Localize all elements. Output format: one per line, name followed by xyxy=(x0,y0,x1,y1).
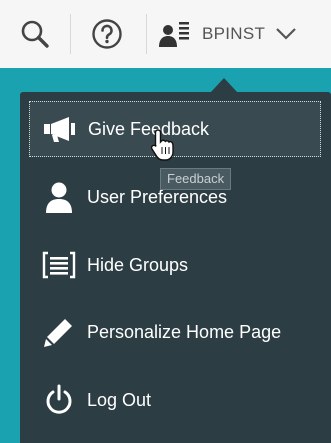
user-menu-button[interactable]: BPINST xyxy=(158,0,328,68)
search-button[interactable] xyxy=(8,0,62,68)
power-icon xyxy=(41,382,77,418)
feedback-tooltip: Feedback xyxy=(160,168,232,190)
menu-item-personalize-home-page[interactable]: Personalize Home Page xyxy=(29,304,321,360)
menu-item-label: Personalize Home Page xyxy=(87,321,282,342)
menu-item-log-out[interactable]: Log Out xyxy=(29,372,321,428)
header-divider xyxy=(146,14,147,54)
pencil-icon xyxy=(41,314,77,350)
menu-pointer-arrow xyxy=(210,78,238,93)
megaphone-icon xyxy=(42,111,78,147)
help-circle-icon xyxy=(92,19,122,49)
menu-item-label: Give Feedback xyxy=(88,118,210,139)
user-list-icon xyxy=(159,22,189,47)
groups-icon xyxy=(41,247,77,283)
search-icon xyxy=(21,20,49,48)
top-header-bar: BPINST xyxy=(0,0,331,68)
menu-item-label: Hide Groups xyxy=(87,254,189,275)
menu-item-label: Log Out xyxy=(87,389,152,410)
user-name: BPINST xyxy=(202,24,266,43)
chevron-down-icon xyxy=(276,28,296,40)
menu-item-hide-groups[interactable]: Hide Groups xyxy=(29,237,321,293)
hand-cursor-icon xyxy=(150,129,174,161)
help-button[interactable] xyxy=(80,0,134,68)
header-divider xyxy=(70,14,71,54)
user-icon xyxy=(41,179,77,215)
